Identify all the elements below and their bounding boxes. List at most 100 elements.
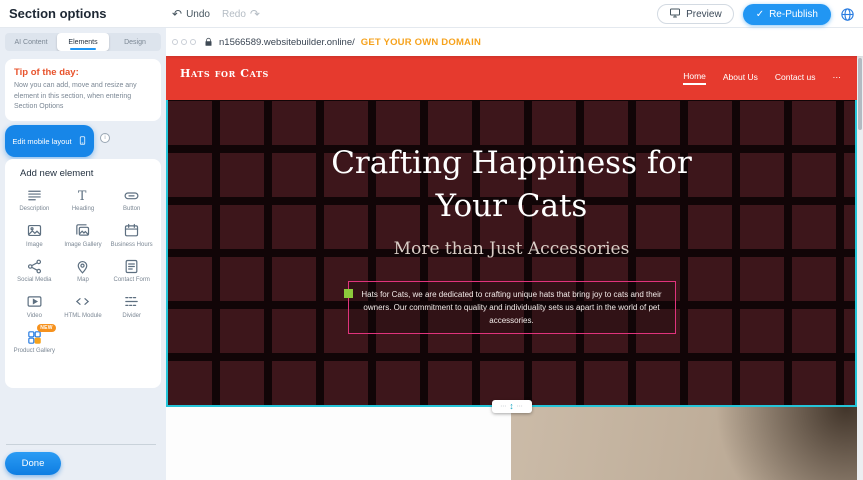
- element-label: Divider: [122, 313, 141, 321]
- get-your-own-domain-link[interactable]: GET YOUR OWN DOMAIN: [361, 37, 481, 48]
- browser-bar: n1566589.websitebuilder.online/ GET YOUR…: [166, 28, 863, 56]
- tab-elements-label: Elements: [68, 39, 97, 46]
- sidebar: AI Content Elements Design Tip of the da…: [0, 28, 166, 480]
- preview-label: Preview: [686, 9, 722, 20]
- section-resize-handle[interactable]: ⋯ ↕ ⋯: [492, 400, 532, 413]
- resize-arrows-icon: ↕: [509, 402, 514, 411]
- image-icon: [26, 222, 43, 240]
- phone-icon: [78, 134, 87, 149]
- element-label: Description: [19, 206, 49, 214]
- add-element-divider[interactable]: Divider: [107, 293, 156, 321]
- nav-item-contact-us[interactable]: Contact us: [775, 72, 816, 84]
- element-label: HTML Module: [64, 313, 101, 321]
- redo-button[interactable]: Redo ↷: [222, 8, 260, 20]
- check-icon: ✓: [756, 9, 764, 20]
- map-icon: [74, 257, 91, 275]
- html-module-icon: [74, 293, 91, 311]
- sidebar-tabs: AI Content Elements Design: [5, 33, 161, 51]
- description-icon: [26, 186, 43, 204]
- republish-button[interactable]: ✓ Re-Publish: [743, 4, 831, 25]
- tip-body: Now you can add, move and resize any ele…: [14, 81, 152, 113]
- video-icon: [26, 293, 43, 311]
- hero-section[interactable]: Crafting Happiness for Your Cats More th…: [166, 100, 857, 405]
- hero-title-line2: Your Cats: [331, 185, 692, 228]
- image-gallery-icon: [74, 222, 91, 240]
- next-section[interactable]: [166, 407, 857, 480]
- divider-icon: [123, 293, 140, 311]
- add-element-map[interactable]: Map: [59, 257, 108, 285]
- nav-item-about-us[interactable]: About Us: [723, 72, 758, 84]
- heading-icon: T: [74, 186, 91, 204]
- handle-dots-icon: ⋯: [517, 404, 523, 410]
- tab-design[interactable]: Design: [109, 33, 161, 51]
- element-label: Button: [123, 206, 140, 214]
- tab-elements[interactable]: Elements: [57, 33, 109, 51]
- add-element-html-module[interactable]: HTML Module: [59, 293, 108, 321]
- element-label: Map: [77, 277, 89, 285]
- add-element-image[interactable]: Image: [10, 222, 59, 250]
- undo-button[interactable]: ↶ Undo: [172, 8, 210, 20]
- sidebar-divider: [6, 444, 156, 445]
- add-element-image-gallery[interactable]: Image Gallery: [59, 222, 108, 250]
- hero-title[interactable]: Crafting Happiness for Your Cats: [331, 142, 692, 229]
- monitor-icon: [669, 7, 681, 22]
- site-url: n1566589.websitebuilder.online/: [219, 37, 355, 48]
- add-element-product-gallery[interactable]: NEW Product Gallery: [10, 328, 59, 356]
- app-root: Section options ↶ Undo Redo ↷ Preview ✓ …: [0, 0, 863, 480]
- tab-ai-content-label: AI Content: [14, 39, 47, 46]
- add-element-button[interactable]: Button: [107, 186, 156, 214]
- business-hours-icon: [123, 222, 140, 240]
- contact-form-icon: [123, 257, 140, 275]
- element-label: Business Hours: [111, 242, 153, 250]
- add-element-contact-form[interactable]: Contact Form: [107, 257, 156, 285]
- done-button[interactable]: Done: [5, 452, 61, 475]
- page-scrollbar[interactable]: [857, 56, 863, 480]
- undo-redo-group: ↶ Undo Redo ↷: [172, 0, 260, 28]
- site-logo[interactable]: Hats for Cats: [180, 67, 269, 80]
- tip-of-the-day-card: Tip of the day: Now you can add, move an…: [5, 59, 161, 121]
- lock-icon: [204, 37, 213, 47]
- site-nav: Home About Us Contact us ⋯: [683, 56, 841, 100]
- edit-mobile-layout-button[interactable]: Edit mobile layout: [5, 125, 94, 157]
- button-icon: [123, 186, 140, 204]
- site-header[interactable]: Hats for Cats Home About Us Contact us ⋯: [166, 56, 857, 100]
- topbar: Section options ↶ Undo Redo ↷ Preview ✓ …: [0, 0, 863, 28]
- site-preview: n1566589.websitebuilder.online/ GET YOUR…: [166, 28, 863, 480]
- svg-text:T: T: [78, 188, 87, 203]
- undo-label: Undo: [186, 9, 210, 20]
- element-label: Video: [27, 313, 42, 321]
- next-section-image: [511, 407, 857, 480]
- element-grid: Description T Heading Button Image Image…: [10, 186, 156, 356]
- language-globe-icon[interactable]: [840, 7, 855, 22]
- redo-icon: ↷: [250, 8, 260, 20]
- nav-item-home[interactable]: Home: [683, 71, 706, 85]
- add-element-social-media[interactable]: Social Media: [10, 257, 59, 285]
- hero-subtitle[interactable]: More than Just Accessories: [394, 239, 630, 259]
- element-label: Heading: [72, 206, 94, 214]
- info-icon[interactable]: i: [100, 133, 110, 143]
- add-element-business-hours[interactable]: Business Hours: [107, 222, 156, 250]
- element-label: Product Gallery: [14, 348, 55, 356]
- page-title: Section options: [9, 6, 107, 21]
- new-badge: NEW: [37, 324, 56, 332]
- element-resize-handle[interactable]: [344, 289, 353, 298]
- social-media-icon: [26, 257, 43, 275]
- undo-icon: ↶: [172, 8, 182, 20]
- nav-more-icon[interactable]: ⋯: [833, 72, 842, 85]
- tab-ai-content[interactable]: AI Content: [5, 33, 57, 51]
- hero-text-element-selected[interactable]: Hats for Cats, we are dedicated to craft…: [348, 281, 676, 335]
- add-new-element-panel: Add new element Description T Heading Bu…: [5, 159, 161, 388]
- handle-dots-icon: ⋯: [500, 404, 506, 410]
- add-element-heading[interactable]: T Heading: [59, 186, 108, 214]
- tip-title: Tip of the day:: [14, 67, 152, 78]
- edit-mobile-label: Edit mobile layout: [12, 137, 71, 146]
- add-element-video[interactable]: Video: [10, 293, 59, 321]
- add-new-element-title: Add new element: [20, 168, 156, 179]
- element-label: Social Media: [17, 277, 51, 285]
- republish-label: Re-Publish: [769, 9, 818, 20]
- scrollbar-thumb[interactable]: [858, 58, 862, 130]
- preview-button[interactable]: Preview: [657, 4, 734, 24]
- site-canvas: Hats for Cats Home About Us Contact us ⋯…: [166, 56, 863, 480]
- element-label: Image Gallery: [64, 242, 101, 250]
- add-element-description[interactable]: Description: [10, 186, 59, 214]
